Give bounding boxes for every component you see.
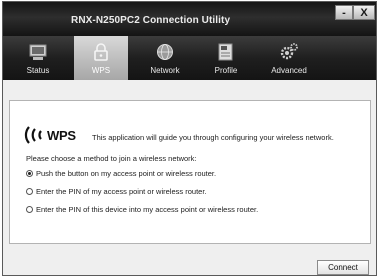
wps-logo-icon	[24, 126, 42, 144]
tab-profile-label: Profile	[214, 66, 238, 75]
lock-icon	[94, 43, 108, 61]
gears-icon	[280, 43, 298, 60]
window-title: RNX-N250PC2 Connection Utility	[71, 15, 231, 26]
wps-panel: WPS This application will guide you thro…	[9, 100, 371, 244]
tab-status[interactable]: Status	[13, 36, 63, 80]
monitor-icon	[29, 44, 47, 60]
tab-advanced-label: Advanced	[271, 66, 307, 75]
option-push-button-label: Push the button on my access point or wi…	[36, 169, 217, 178]
option-device-pin-label: Enter the PIN of this device into my acc…	[36, 205, 259, 214]
globe-icon	[157, 44, 173, 60]
tab-wps-label: WPS	[91, 66, 111, 75]
profile-icon	[218, 43, 233, 61]
tab-profile[interactable]: Profile	[201, 36, 251, 80]
minimize-button[interactable]: -	[335, 5, 353, 20]
connect-button[interactable]: Connect	[317, 260, 369, 275]
option-ap-pin-label: Enter the PIN of my access point or wire…	[36, 187, 207, 196]
radio-device-pin[interactable]	[26, 206, 33, 213]
tab-network-label: Network	[150, 66, 180, 75]
tab-status-label: Status	[26, 66, 50, 75]
intro-text: This application will guide you through …	[92, 133, 334, 142]
tab-bar: Status WPS Network Profile Advanced	[3, 36, 376, 80]
app-window: RNX-N250PC2 Connection Utility - X Statu…	[2, 1, 377, 276]
radio-push-button[interactable]	[26, 170, 33, 177]
choose-method-label: Please choose a method to join a wireles…	[26, 154, 197, 163]
wps-logo-text: WPS	[47, 128, 76, 143]
radio-ap-pin[interactable]	[26, 188, 33, 195]
tab-wps[interactable]: WPS	[74, 36, 128, 80]
title-bar: RNX-N250PC2 Connection Utility - X	[3, 2, 376, 36]
tab-advanced[interactable]: Advanced	[259, 36, 319, 80]
tab-network[interactable]: Network	[135, 36, 195, 80]
close-button[interactable]: X	[353, 5, 375, 20]
